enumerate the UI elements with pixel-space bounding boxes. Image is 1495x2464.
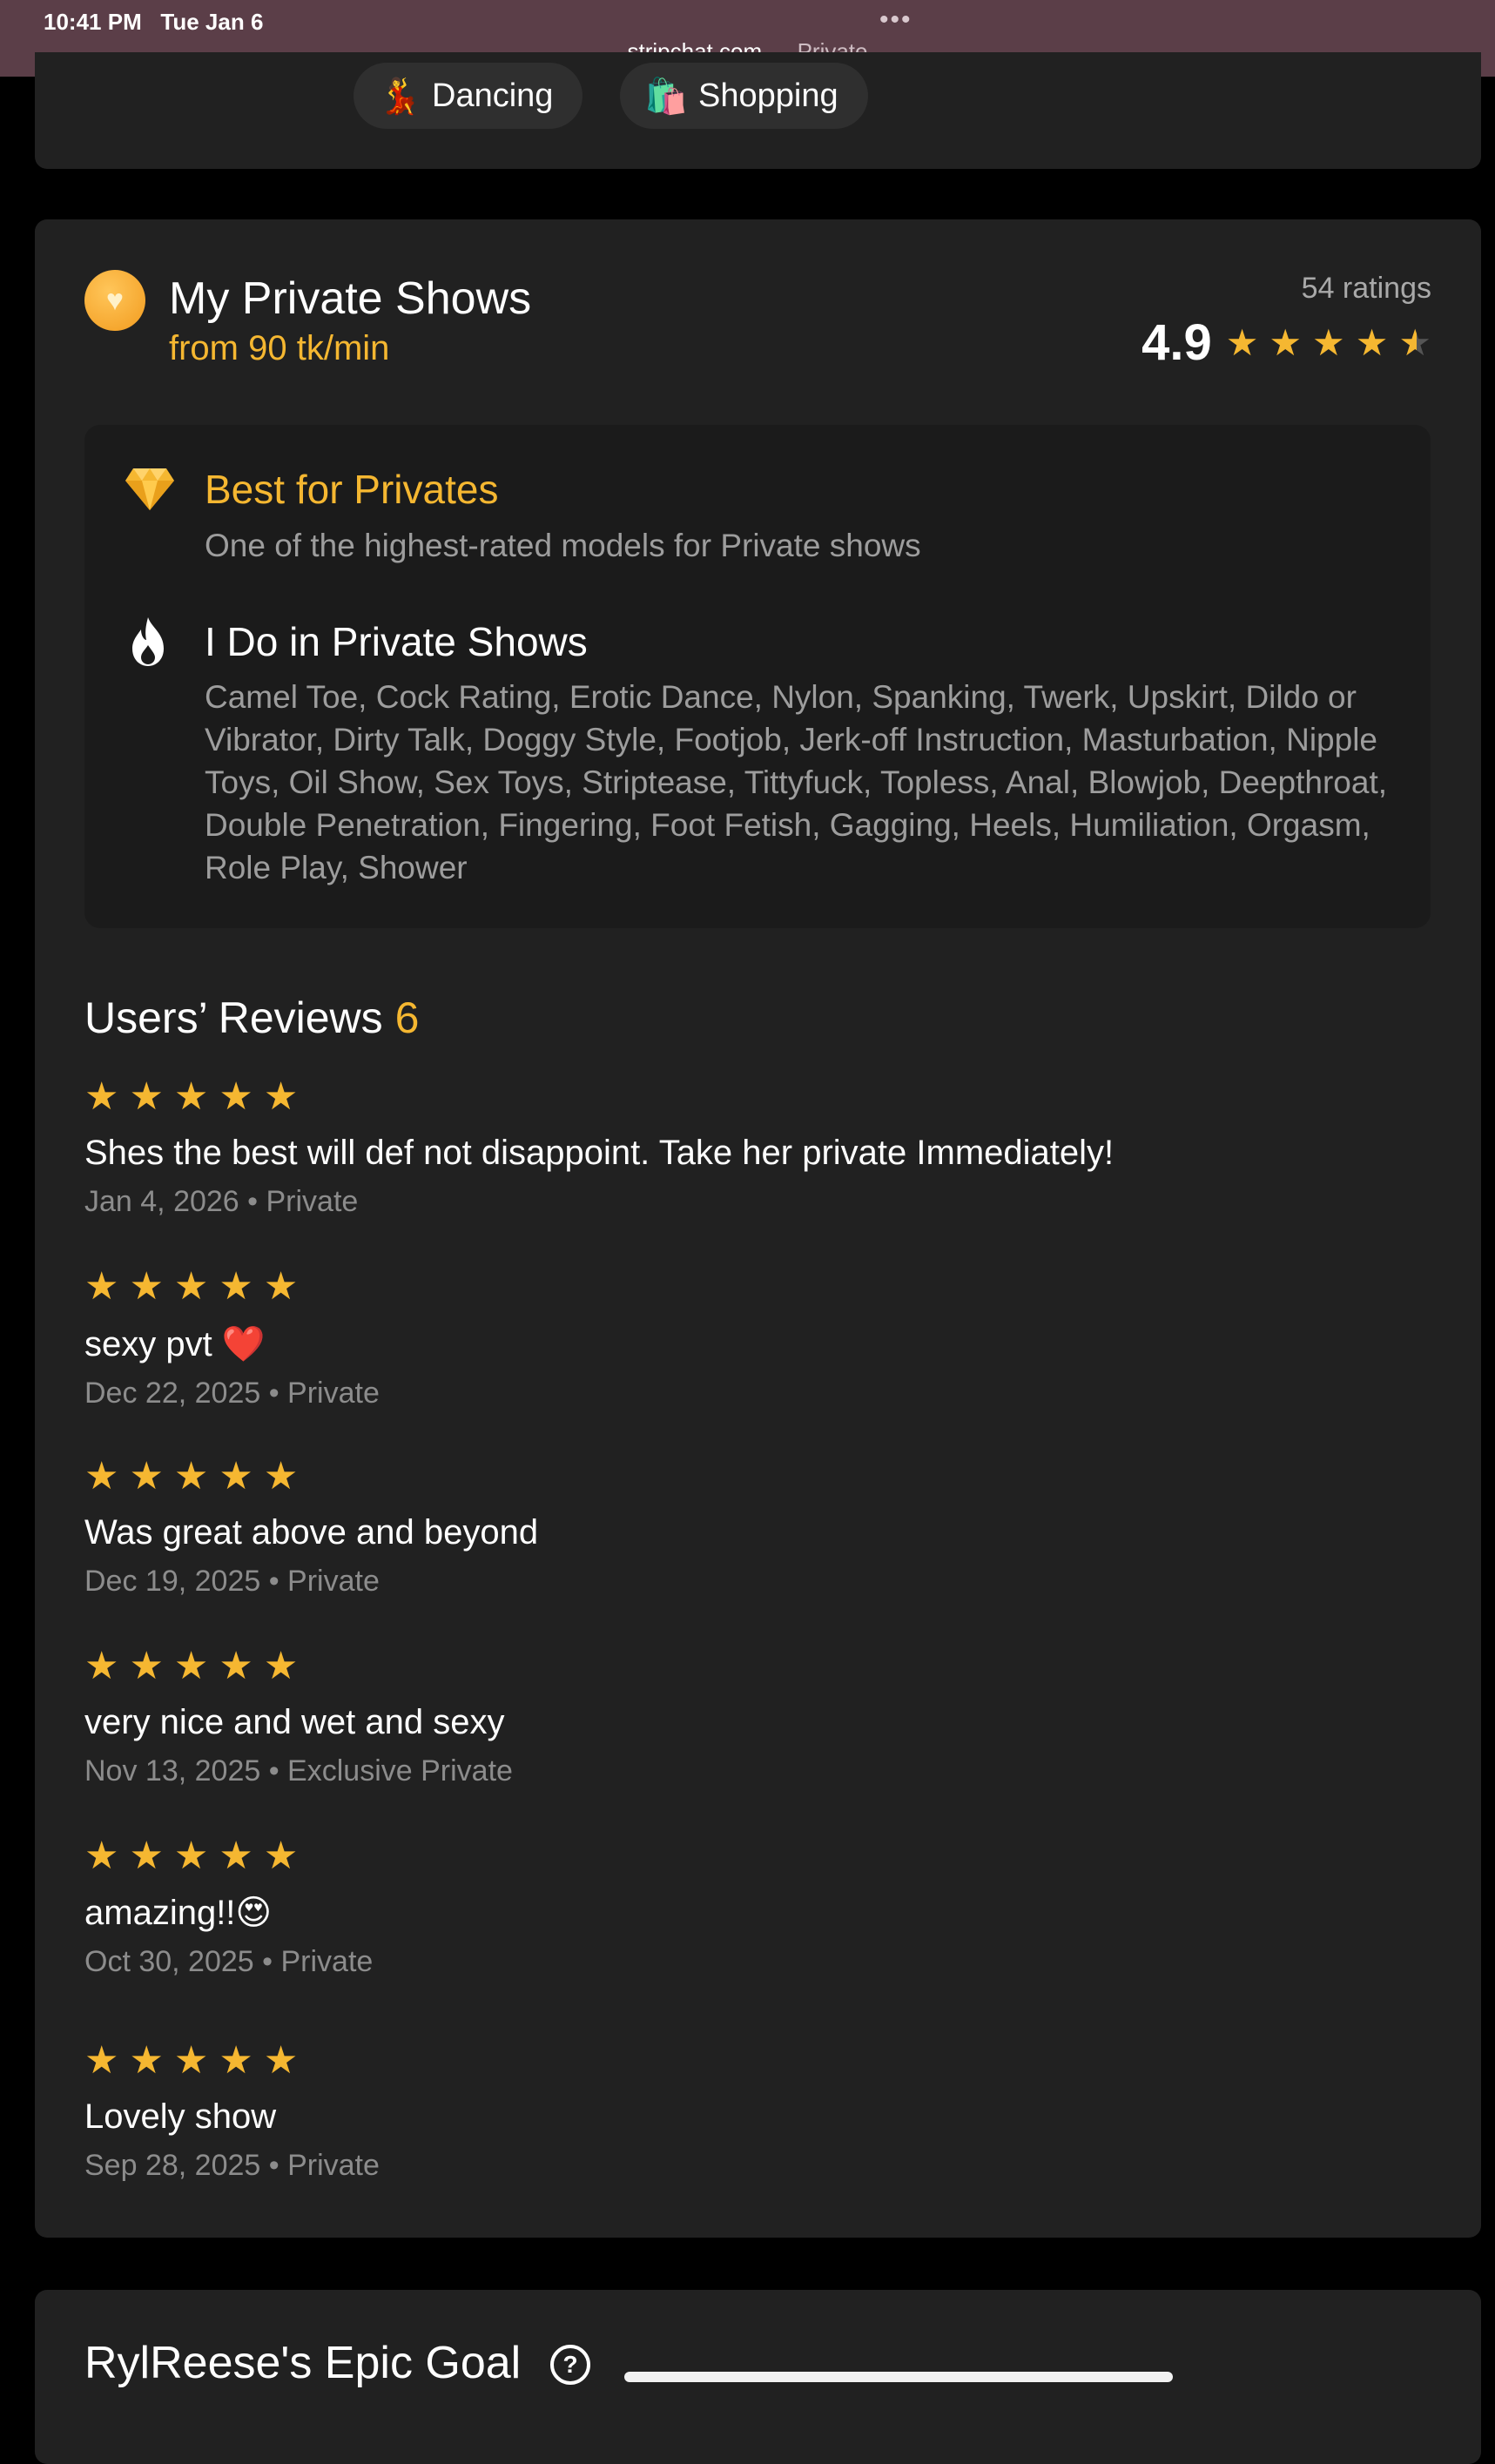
question-circle-icon[interactable]: ? (550, 2345, 590, 2385)
i-do-in-private-title: I Do in Private Shows (205, 619, 588, 664)
reviews-title-label: Users’ Reviews (84, 993, 383, 1042)
review-text: very nice and wet and sexy (84, 1703, 505, 1741)
star-icon: ★ (173, 1645, 209, 1687)
heart-coin-icon: ♥ (84, 270, 145, 331)
private-shows-title: My Private Shows (169, 273, 532, 324)
goal-progress-bar (624, 2372, 1173, 2382)
review-stars: ★ ★ ★ ★ ★ (84, 2042, 1443, 2080)
review-stars: ★ ★ ★ ★ ★ (84, 1458, 1443, 1496)
date: Tue Jan 6 (160, 9, 264, 35)
review-meta: Sep 28, 2025 • Private (84, 2149, 380, 2182)
review-meta: Dec 22, 2025 • Private (84, 1377, 380, 1410)
review-stars: ★ ★ ★ ★ ★ (84, 1268, 1443, 1306)
star-icon: ★ (219, 1075, 253, 1118)
review-text: Was great above and beyond (84, 1513, 539, 1552)
private-shows-price: from 90 tk/min (169, 329, 390, 367)
rating-value: 4.9 (1141, 314, 1212, 371)
review-meta: Jan 4, 2026 • Private (84, 1185, 359, 1218)
review-text: sexy pvt ❤️ (84, 1325, 266, 1363)
star-icon: ★ (263, 1455, 299, 1498)
star-icon: ★ (173, 1265, 209, 1308)
star-icon: ★ (84, 1455, 119, 1498)
star-icon: ★ (173, 1455, 209, 1498)
star-icon: ★ (84, 1835, 119, 1877)
dancer-icon: 💃 (378, 77, 421, 116)
rating-summary: 4.9 ★ ★ ★ ★ ★ (1141, 313, 1431, 372)
review-item: ★ ★ ★ ★ ★ sexy pvt ❤️ Dec 22, 2025 • Private (84, 1268, 1443, 1410)
fire-icon (132, 617, 164, 666)
review-text: Lovely show (84, 2097, 277, 2136)
review-stars: ★ ★ ★ ★ ★ (84, 1837, 1443, 1875)
star-icon: ★ (219, 1835, 253, 1877)
chip-dancing[interactable]: 💃 Dancing (354, 63, 583, 129)
review-item: ★ ★ ★ ★ ★ Shes the best will def not disappo… (84, 1078, 1443, 1219)
reviews-title: Users’ Reviews 6 (84, 993, 419, 1043)
star-icon: ★ (129, 1265, 164, 1308)
review-text: amazing!!😍 (84, 1894, 273, 1932)
star-icon: ★ (129, 1645, 164, 1687)
star-icon: ★ (263, 1075, 299, 1118)
star-icon: ★ (129, 2039, 164, 2082)
more-dots-icon[interactable]: ••• (879, 7, 912, 33)
rating-stars: ★ ★ ★ ★ ★ (1225, 321, 1431, 363)
review-item: ★ ★ ★ ★ ★ very nice and wet and sexy Nov 13,… (84, 1647, 1443, 1788)
review-item: ★ ★ ★ ★ ★ Lovely show Sep 28, 2025 • Private (84, 2042, 1443, 2183)
i-do-in-private-list: Camel Toe, Cock Rating, Erotic Dance, Ny… (205, 679, 1388, 885)
star-icon: ★ (129, 1455, 164, 1498)
reviews-count: 6 (394, 993, 420, 1042)
review-text: Shes the best will def not disappoint. T… (84, 1134, 1115, 1172)
star-icon: ★ (84, 1645, 119, 1687)
epic-goal-title: RylReese's Epic Goal (84, 2338, 522, 2388)
review-stars: ★ ★ ★ ★ ★ (84, 1647, 1443, 1686)
star-icon: ★ (263, 1645, 299, 1687)
star-icon: ★ (173, 1075, 209, 1118)
star-icon: ★ (1312, 321, 1345, 363)
star-icon: ★ (263, 2039, 299, 2082)
star-icon: ★ (263, 1835, 299, 1877)
star-icon: ★ (263, 1265, 299, 1308)
star-icon: ★ (219, 1265, 253, 1308)
star-icon: ★ (129, 1075, 164, 1118)
diamond-icon (125, 468, 174, 510)
review-stars: ★ ★ ★ ★ ★ (84, 1078, 1443, 1116)
review-meta: Oct 30, 2025 • Private (84, 1945, 374, 1978)
chip-label: Dancing (432, 77, 554, 114)
star-icon: ★ (84, 1265, 119, 1308)
star-icon: ★ (1225, 321, 1259, 363)
star-icon: ★ (219, 2039, 253, 2082)
star-icon: ★ (1269, 321, 1303, 363)
best-for-privates-title: Best for Privates (205, 467, 499, 512)
star-icon: ★ (173, 1835, 209, 1877)
shopping-bags-icon: 🛍️ (644, 77, 688, 116)
review-item: ★ ★ ★ ★ ★ amazing!!😍 Oct 30, 2025 • Private (84, 1837, 1443, 1979)
star-icon: ★ (129, 1835, 164, 1877)
star-icon: ★ (84, 2039, 119, 2082)
status-time: 10:41 PM Tue Jan 6 (44, 9, 263, 36)
star-icon: ★ (173, 2039, 209, 2082)
review-meta: Dec 19, 2025 • Private (84, 1565, 380, 1598)
ratings-count[interactable]: 54 ratings (1302, 272, 1431, 306)
star-icon: ★ (219, 1645, 253, 1687)
review-meta: Nov 13, 2025 • Exclusive Private (84, 1754, 513, 1787)
star-icon: ★ (219, 1455, 253, 1498)
review-item: ★ ★ ★ ★ ★ Was great above and beyond Dec 19,… (84, 1458, 1443, 1599)
star-icon: ★ (1355, 321, 1389, 363)
star-icon: ★ (84, 1075, 119, 1118)
half-star-icon: ★ (1398, 321, 1431, 363)
chip-shopping[interactable]: 🛍️ Shopping (620, 63, 868, 129)
chip-label: Shopping (698, 77, 838, 114)
clock: 10:41 PM (44, 9, 142, 35)
best-for-privates-subtitle: One of the highest-rated models for Priv… (205, 528, 921, 563)
